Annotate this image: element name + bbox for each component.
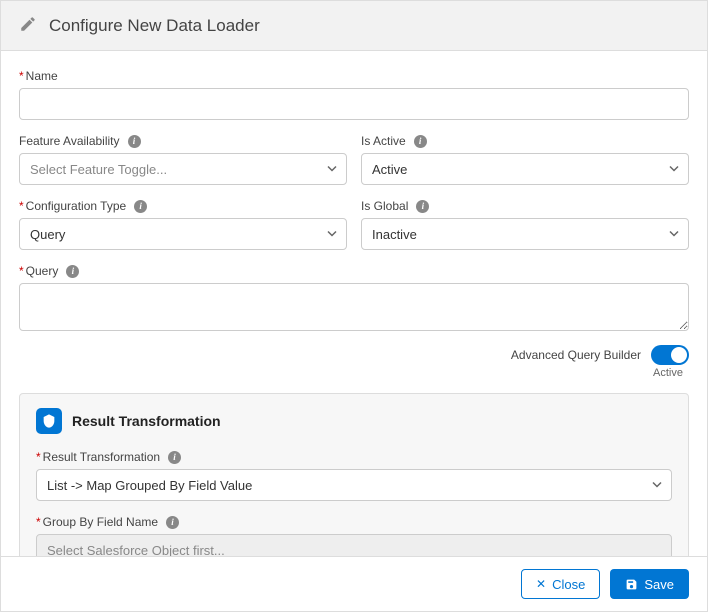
group-by-label: *Group By Field Name i <box>36 515 672 529</box>
close-icon: ✕ <box>536 578 546 590</box>
info-icon[interactable]: i <box>128 135 141 148</box>
info-icon[interactable]: i <box>134 200 147 213</box>
toggle-knob <box>671 347 687 363</box>
info-icon[interactable]: i <box>66 265 79 278</box>
save-button[interactable]: Save <box>610 569 689 599</box>
result-transformation-select[interactable]: List -> Map Grouped By Field Value <box>36 469 672 501</box>
group-by-input <box>36 534 672 556</box>
transformation-icon <box>36 408 62 434</box>
is-active-label: Is Active i <box>361 134 689 148</box>
configure-data-loader-modal: Configure New Data Loader *Name Feature … <box>0 0 708 612</box>
is-active-group: Is Active i Active <box>361 134 689 185</box>
is-active-select[interactable]: Active <box>361 153 689 185</box>
save-icon <box>625 578 638 591</box>
name-label: *Name <box>19 69 689 83</box>
configuration-type-group: *Configuration Type i Query <box>19 199 347 250</box>
query-input[interactable] <box>19 283 689 331</box>
result-transformation-panel: Result Transformation *Result Transforma… <box>19 393 689 556</box>
advanced-query-builder-label: Advanced Query Builder <box>511 348 641 362</box>
info-icon[interactable]: i <box>416 200 429 213</box>
is-global-label: Is Global i <box>361 199 689 213</box>
feature-availability-label: Feature Availability i <box>19 134 347 148</box>
section-header: Result Transformation <box>36 408 672 434</box>
result-transformation-group: *Result Transformation i List -> Map Gro… <box>36 450 672 501</box>
feature-availability-group: Feature Availability i Select Feature To… <box>19 134 347 185</box>
modal-header: Configure New Data Loader <box>1 1 707 51</box>
configuration-type-label: *Configuration Type i <box>19 199 347 213</box>
is-global-select[interactable]: Inactive <box>361 218 689 250</box>
section-title: Result Transformation <box>72 413 221 429</box>
query-label: *Query i <box>19 264 689 278</box>
advanced-query-builder-toggle[interactable] <box>651 345 689 365</box>
info-icon[interactable]: i <box>168 451 181 464</box>
configuration-type-select[interactable]: Query <box>19 218 347 250</box>
close-button[interactable]: ✕ Close <box>521 569 600 599</box>
name-input[interactable] <box>19 88 689 120</box>
feature-availability-select[interactable]: Select Feature Toggle... <box>19 153 347 185</box>
advanced-query-builder-state: Active <box>653 367 683 379</box>
group-by-field-group: *Group By Field Name i <box>36 515 672 556</box>
name-field-group: *Name <box>19 69 689 120</box>
result-transformation-label: *Result Transformation i <box>36 450 672 464</box>
edit-icon <box>19 15 37 36</box>
info-icon[interactable]: i <box>166 516 179 529</box>
modal-body: *Name Feature Availability i Select Feat… <box>1 51 707 556</box>
advanced-query-builder-row: Advanced Query Builder Active <box>19 345 689 379</box>
modal-title: Configure New Data Loader <box>49 16 260 36</box>
query-group: *Query i <box>19 264 689 331</box>
is-global-group: Is Global i Inactive <box>361 199 689 250</box>
modal-footer: ✕ Close Save <box>1 556 707 611</box>
info-icon[interactable]: i <box>414 135 427 148</box>
